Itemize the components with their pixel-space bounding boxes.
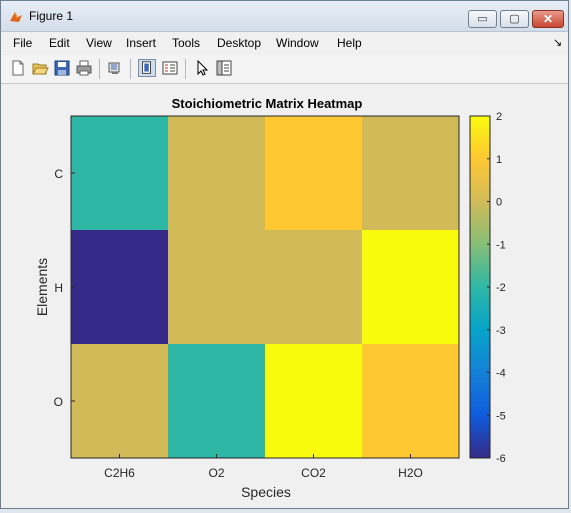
print-icon[interactable]: [75, 59, 93, 77]
matlab-icon: [10, 12, 22, 22]
heatmap-cell[interactable]: [168, 344, 266, 459]
heatmap-cell[interactable]: [265, 116, 363, 231]
x-tick-label: H2O: [398, 466, 423, 480]
minimize-button[interactable]: ▭: [468, 10, 497, 28]
colorbar-tick-label: -5: [496, 410, 506, 422]
x-tick-label: O2: [208, 466, 224, 480]
x-tick-label: C2H6: [104, 466, 135, 480]
figure-window: Figure 1 ▭ ▢ ✕ File Edit View Insert Too…: [0, 0, 569, 509]
y-axis-label: Elements: [34, 258, 50, 316]
maximize-button[interactable]: ▢: [500, 10, 529, 28]
menu-bar: File Edit View Insert Tools Desktop Wind…: [1, 32, 568, 54]
y-tick-label: O: [54, 395, 63, 409]
heatmap-cell[interactable]: [362, 344, 460, 459]
pointer-icon[interactable]: [193, 59, 211, 77]
open-file-icon[interactable]: [31, 59, 49, 77]
close-icon: ✕: [542, 12, 554, 26]
toolbar-separator: [99, 59, 100, 79]
heatmap-cell[interactable]: [71, 116, 169, 231]
y-tick-label: H: [54, 281, 63, 295]
menu-file[interactable]: File: [13, 36, 32, 50]
heatmap-cell[interactable]: [71, 344, 169, 459]
menu-help[interactable]: Help: [337, 36, 362, 50]
dock-icon[interactable]: [138, 59, 156, 77]
close-button[interactable]: ✕: [532, 10, 564, 28]
menu-overflow-arrow-icon[interactable]: ↘: [553, 36, 562, 49]
save-icon[interactable]: [53, 59, 71, 77]
heatmap-cell[interactable]: [71, 230, 169, 345]
heatmap-cell[interactable]: [362, 116, 460, 231]
heatmap-cell[interactable]: [265, 344, 363, 459]
colorbar-tick-label: -2: [496, 282, 506, 294]
heatmap-cell[interactable]: [265, 230, 363, 345]
heatmap-cell[interactable]: [168, 116, 266, 231]
heatmap-cell[interactable]: [168, 230, 266, 345]
y-tick-label: C: [54, 167, 63, 181]
property-inspector-icon[interactable]: [215, 59, 233, 77]
menu-insert[interactable]: Insert: [126, 36, 156, 50]
colorbar-tick-label: 1: [496, 154, 502, 166]
menu-view[interactable]: View: [86, 36, 112, 50]
colorbar-tick-label: 2: [496, 111, 502, 123]
heatmap-cell[interactable]: [362, 230, 460, 345]
colorbar-tick-label: -6: [496, 453, 506, 465]
minimize-icon: ▭: [477, 13, 488, 25]
figure-toolbar: [1, 55, 568, 84]
colorbar-tick-label: -1: [496, 239, 506, 251]
menu-tools[interactable]: Tools: [172, 36, 200, 50]
x-axis-label: Species: [241, 484, 291, 500]
maximize-icon: ▢: [509, 13, 520, 25]
menu-desktop[interactable]: Desktop: [217, 36, 261, 50]
link-plot-icon[interactable]: [106, 59, 124, 77]
menu-edit[interactable]: Edit: [49, 36, 70, 50]
toolbar-separator: [130, 59, 131, 79]
colorbar-tick-label: -4: [496, 368, 506, 380]
chart-title: Stoichiometric Matrix Heatmap: [172, 96, 363, 111]
figure-canvas: Stoichiometric Matrix Heatmap C2H6 O2 CO2 H…: [2, 84, 568, 508]
insert-legend-icon[interactable]: [161, 59, 179, 77]
toolbar-separator: [185, 59, 186, 79]
colorbar-tick-label: 0: [496, 197, 502, 209]
title-bar[interactable]: Figure 1 ▭ ▢ ✕: [1, 1, 568, 32]
colorbar-tick-label: -3: [496, 325, 506, 337]
new-figure-icon[interactable]: [9, 59, 27, 77]
menu-window[interactable]: Window: [276, 36, 319, 50]
window-title: Figure 1: [29, 9, 74, 23]
x-tick-label: CO2: [301, 466, 326, 480]
heatmap-plot[interactable]: Stoichiometric Matrix Heatmap C2H6 O2 CO2 H…: [2, 84, 568, 508]
